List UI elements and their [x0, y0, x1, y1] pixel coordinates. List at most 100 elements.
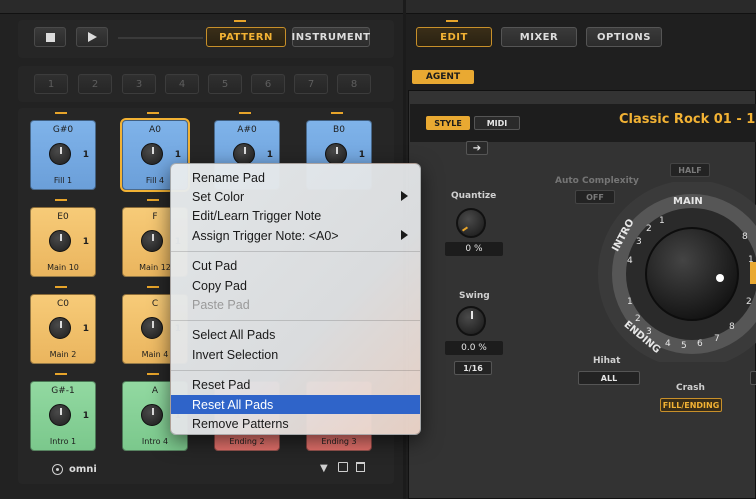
- edit-tab-indicator: [446, 20, 458, 22]
- dial-number: 8: [742, 232, 748, 242]
- bank-button-4[interactable]: 4: [165, 74, 199, 94]
- pad-note: A#0: [237, 125, 257, 135]
- tab-mixer[interactable]: MIXER: [501, 27, 577, 47]
- selected-section-marker: [750, 262, 756, 284]
- menu-item-label: Cut Pad: [192, 259, 238, 274]
- bank-button-5[interactable]: 5: [208, 74, 242, 94]
- style-title[interactable]: Classic Rock 01 - 146 -: [619, 112, 756, 127]
- bank-label: 4: [178, 78, 186, 90]
- dial-number: 8: [729, 322, 735, 332]
- partial-button[interactable]: [750, 371, 756, 385]
- quantize-label: Quantize: [451, 191, 497, 201]
- dial-number: 4: [627, 256, 633, 266]
- hihat-value: ALL: [600, 373, 618, 383]
- pad-note: A0: [149, 125, 161, 135]
- swing-grid-button[interactable]: 1/16: [454, 361, 492, 375]
- pad-indicator: [147, 286, 159, 288]
- bank-button-1[interactable]: 1: [34, 74, 68, 94]
- dial-knob[interactable]: [645, 227, 739, 321]
- menu-item-label: Set Color: [192, 190, 245, 205]
- swing-knob[interactable]: [456, 306, 486, 336]
- quantize-value: 0 %: [445, 242, 503, 256]
- quantize-knob[interactable]: [456, 208, 486, 238]
- arrow-right-button[interactable]: ➔: [466, 141, 488, 155]
- menu-item-invert-selection[interactable]: Invert Selection: [171, 345, 420, 364]
- pad-volume-knob[interactable]: [325, 143, 347, 165]
- knob-pointer-icon: [471, 311, 473, 319]
- pad-volume-knob[interactable]: [141, 230, 163, 252]
- bank-button-8[interactable]: 8: [337, 74, 371, 94]
- pad-volume-knob[interactable]: [141, 143, 163, 165]
- trash-icon[interactable]: [356, 462, 365, 472]
- menu-item-remove-patterns[interactable]: Remove Patterns: [171, 414, 420, 433]
- arrow-right-icon: ➔: [472, 142, 482, 154]
- pad-name: Main 2: [49, 350, 77, 359]
- pad-indicator: [55, 112, 67, 114]
- pad-5[interactable]: E0 1 Main 10: [30, 207, 96, 277]
- bank-button-2[interactable]: 2: [78, 74, 112, 94]
- pad-note: E0: [57, 212, 69, 222]
- omni-logo[interactable]: omni: [52, 464, 97, 475]
- half-button[interactable]: HALF: [670, 163, 710, 177]
- menu-item-cut-pad[interactable]: Cut Pad: [171, 257, 420, 276]
- menu-separator: [171, 319, 420, 321]
- bank-label: 1: [47, 78, 55, 90]
- pad-name: Ending 3: [321, 437, 357, 446]
- bank-button-6[interactable]: 6: [251, 74, 285, 94]
- save-icon[interactable]: [338, 462, 348, 472]
- triangle-down-icon[interactable]: ▼: [320, 463, 328, 474]
- complexity-dial[interactable]: [596, 182, 756, 362]
- pad-volume-knob[interactable]: [233, 143, 255, 165]
- pad-note: G#-1: [51, 386, 75, 396]
- dial-number: 4: [665, 339, 671, 349]
- instrument-mode-button[interactable]: INSTRUMENT: [292, 27, 370, 47]
- pad-volume-knob[interactable]: [49, 230, 71, 252]
- swing-label: Swing: [459, 291, 490, 301]
- menu-item-set-color[interactable]: Set Color: [171, 187, 420, 206]
- menu-item-paste-pad: Paste Pad: [171, 295, 420, 314]
- menu-item-reset-pad[interactable]: Reset Pad: [171, 376, 420, 395]
- pad-volume-knob[interactable]: [49, 317, 71, 339]
- bank-button-7[interactable]: 7: [294, 74, 328, 94]
- hihat-button[interactable]: ALL: [578, 371, 640, 385]
- pad-volume: 1: [174, 150, 181, 160]
- menu-item-label: Rename Pad: [192, 170, 265, 185]
- pad-indicator: [147, 199, 159, 201]
- menu-item-assign-trigger[interactable]: Assign Trigger Note: <A0>: [171, 226, 420, 245]
- menu-item-reset-all-pads[interactable]: Reset All Pads: [171, 394, 420, 415]
- menu-item-label: Assign Trigger Note: <A0>: [192, 228, 339, 243]
- left-top-strip: [0, 0, 403, 14]
- menu-separator: [171, 369, 420, 371]
- pad-volume-knob[interactable]: [141, 317, 163, 339]
- menu-item-edit-learn-trigger[interactable]: Edit/Learn Trigger Note: [171, 207, 420, 226]
- midi-button[interactable]: MIDI: [474, 116, 520, 130]
- transport-slider[interactable]: [118, 37, 203, 39]
- dial-number: 1: [627, 297, 633, 307]
- pad-note: G#0: [52, 125, 74, 135]
- play-button[interactable]: [76, 27, 108, 47]
- pad-name: Main 10: [47, 263, 79, 272]
- crash-value: FILL/ENDING: [662, 400, 720, 410]
- dial-main-label: MAIN: [673, 196, 703, 207]
- dial-number: 5: [681, 341, 687, 351]
- pad-volume-knob[interactable]: [49, 143, 71, 165]
- play-icon: [87, 32, 97, 42]
- pattern-mode-button[interactable]: PATTERN: [206, 27, 286, 47]
- menu-item-copy-pad[interactable]: Copy Pad: [171, 276, 420, 295]
- pad-1[interactable]: G#0 1 Fill 1: [30, 120, 96, 190]
- bank-button-3[interactable]: 3: [122, 74, 156, 94]
- style-button[interactable]: STYLE: [426, 116, 470, 130]
- pad-9[interactable]: G#-1 1 Intro 1: [30, 381, 96, 451]
- menu-item-select-all-pads[interactable]: Select All Pads: [171, 326, 420, 345]
- tab-options-label: OPTIONS: [597, 31, 651, 43]
- tab-edit[interactable]: EDIT: [416, 27, 492, 47]
- crash-button[interactable]: FILL/ENDING: [660, 398, 722, 412]
- tab-options[interactable]: OPTIONS: [586, 27, 662, 47]
- submenu-arrow-icon: [401, 191, 408, 202]
- pad-volume-knob[interactable]: [49, 404, 71, 426]
- menu-item-rename-pad[interactable]: Rename Pad: [171, 168, 420, 187]
- midi-button-label: MIDI: [486, 118, 508, 128]
- stop-button[interactable]: [34, 27, 66, 47]
- pad-volume-knob[interactable]: [141, 404, 163, 426]
- pad-7[interactable]: C0 1 Main 2: [30, 294, 96, 364]
